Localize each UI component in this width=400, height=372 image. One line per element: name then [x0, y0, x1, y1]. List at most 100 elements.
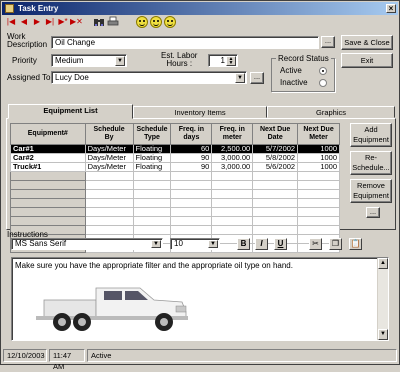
column-header-equipment[interactable]: Equipment#	[10, 123, 86, 145]
remove-equipment-button[interactable]: Remove Equipment	[350, 179, 392, 203]
empty-cell	[10, 198, 86, 208]
chevron-down-icon[interactable]: ▼	[235, 73, 245, 83]
chevron-down-icon[interactable]: ▼	[115, 56, 125, 66]
priority-select[interactable]: Medium ▼	[51, 54, 127, 67]
printer-icon[interactable]	[107, 16, 119, 28]
spinner-icon[interactable]: ▲ ▼	[226, 56, 236, 66]
smiley-sad-icon[interactable]	[164, 16, 176, 28]
empty-cell	[297, 216, 340, 226]
assigned-to-label: Assigned To	[7, 73, 51, 82]
equipment-table[interactable]: Equipment# Schedule By Schedule Type Fre…	[10, 123, 340, 253]
empty-cell	[84, 171, 134, 181]
scroll-up-icon[interactable]: ▲	[378, 258, 388, 269]
empty-cell	[170, 189, 213, 199]
new-record-button[interactable]: ▶*	[57, 16, 69, 28]
delete-record-button[interactable]: ▶✕	[70, 16, 83, 28]
font-name-value: MS Sans Serif	[15, 239, 67, 248]
table-cell[interactable]: 90	[170, 162, 213, 172]
scroll-down-icon[interactable]: ▼	[378, 329, 388, 340]
empty-cell	[84, 198, 134, 208]
last-record-button[interactable]: ▶|	[44, 16, 56, 28]
est-labor-hours-field[interactable]: 1 ▲ ▼	[208, 54, 238, 67]
vehicle-image	[26, 278, 202, 338]
close-button[interactable]: ×	[386, 4, 396, 13]
italic-button[interactable]: I	[255, 238, 268, 250]
empty-cell	[132, 171, 172, 181]
next-record-button[interactable]: ▶	[31, 16, 43, 28]
instructions-editor[interactable]: Make sure you have the appropriate filte…	[11, 257, 389, 341]
instructions-text[interactable]: Make sure you have the appropriate filte…	[15, 261, 385, 271]
assigned-to-select[interactable]: Lucy Doe ▼	[51, 71, 247, 84]
active-radio[interactable]	[319, 67, 327, 75]
assigned-to-value: Lucy Doe	[55, 73, 89, 82]
font-size-select[interactable]: 10 ▼	[170, 238, 220, 250]
est-labor-hours-label: Est. Labor Hours :	[161, 51, 198, 68]
title-bar: Task Entry ×	[2, 2, 398, 15]
assigned-to-browse-button[interactable]: ...	[250, 72, 264, 84]
work-description-browse-button[interactable]: ...	[321, 36, 335, 48]
paste-icon[interactable]: 📋	[349, 238, 362, 250]
empty-cell	[252, 225, 299, 235]
table-cell[interactable]: 5/6/2002	[252, 162, 299, 172]
table-cell[interactable]: 3,000.00	[211, 162, 254, 172]
smiley-happy-icon[interactable]	[136, 16, 148, 28]
previous-record-button[interactable]: ◀	[18, 16, 30, 28]
copy-icon[interactable]: ❐	[329, 238, 342, 250]
empty-cell	[297, 198, 340, 208]
font-name-select[interactable]: MS Sans Serif ▼	[11, 238, 163, 250]
column-header-freq-meter[interactable]: Freq. in meter	[211, 123, 254, 145]
reschedule-button[interactable]: Re- Schedule...	[350, 151, 392, 175]
add-equipment-button[interactable]: Add Equipment	[350, 123, 392, 147]
empty-cell	[170, 180, 213, 190]
smiley-neutral-icon[interactable]	[150, 16, 162, 28]
tab-equipment-list[interactable]: Equipment List	[8, 104, 133, 119]
empty-cell	[170, 207, 213, 217]
chevron-down-icon[interactable]: ▼	[151, 240, 161, 248]
binoculars-icon[interactable]	[93, 16, 105, 28]
table-cell[interactable]: Floating	[132, 162, 172, 172]
more-options-button[interactable]: ...	[366, 207, 380, 218]
window-title: Task Entry	[18, 4, 59, 13]
underline-button[interactable]: U	[274, 238, 287, 250]
empty-cell	[84, 189, 134, 199]
instructions-scrollbar[interactable]: ▲ ▼	[377, 258, 388, 340]
inactive-radio[interactable]	[319, 79, 327, 87]
column-header-schedule-by[interactable]: Schedule By	[84, 123, 134, 145]
table-cell[interactable]: Days/Meter	[84, 162, 134, 172]
status-time: 11:47 AM	[49, 349, 85, 371]
empty-cell	[170, 198, 213, 208]
font-size-value: 10	[174, 239, 183, 248]
table-cell[interactable]: Truck#1	[10, 162, 86, 172]
empty-cell	[252, 216, 299, 226]
task-entry-window: Task Entry × |◀ ◀ ▶ ▶| ▶* ▶✕ Work Descri…	[0, 0, 400, 371]
column-header-freq-days[interactable]: Freq. in days	[170, 123, 213, 145]
empty-cell	[211, 207, 254, 217]
empty-cell	[10, 207, 86, 217]
column-header-next-due-date[interactable]: Next Due Date	[252, 123, 299, 145]
priority-value: Medium	[55, 56, 84, 65]
empty-cell	[10, 180, 86, 190]
chevron-down-icon[interactable]: ▼	[208, 240, 218, 248]
exit-button[interactable]: Exit	[341, 53, 393, 68]
bold-button[interactable]: B	[237, 238, 250, 250]
empty-cell	[170, 171, 213, 181]
inactive-label: Inactive	[280, 78, 308, 87]
empty-cell	[211, 225, 254, 235]
work-description-field[interactable]: Oil Change	[51, 36, 319, 49]
empty-cell	[211, 198, 254, 208]
empty-cell	[297, 225, 340, 235]
tab-inventory-items[interactable]: Inventory Items	[133, 106, 267, 118]
active-label: Active	[280, 66, 302, 75]
save-close-button[interactable]: Save & Close	[341, 35, 393, 50]
empty-cell	[10, 171, 86, 181]
priority-label: Priority	[12, 56, 37, 65]
tab-graphics[interactable]: Graphics	[267, 106, 395, 118]
empty-cell	[10, 189, 86, 199]
empty-cell	[170, 216, 213, 226]
column-header-schedule-type[interactable]: Schedule Type	[132, 123, 172, 145]
empty-cell	[84, 216, 134, 226]
first-record-button[interactable]: |◀	[5, 16, 17, 28]
cut-icon[interactable]: ✂	[309, 238, 322, 250]
table-cell[interactable]: 1000	[297, 162, 340, 172]
column-header-next-due-meter[interactable]: Next Due Meter	[297, 123, 340, 145]
